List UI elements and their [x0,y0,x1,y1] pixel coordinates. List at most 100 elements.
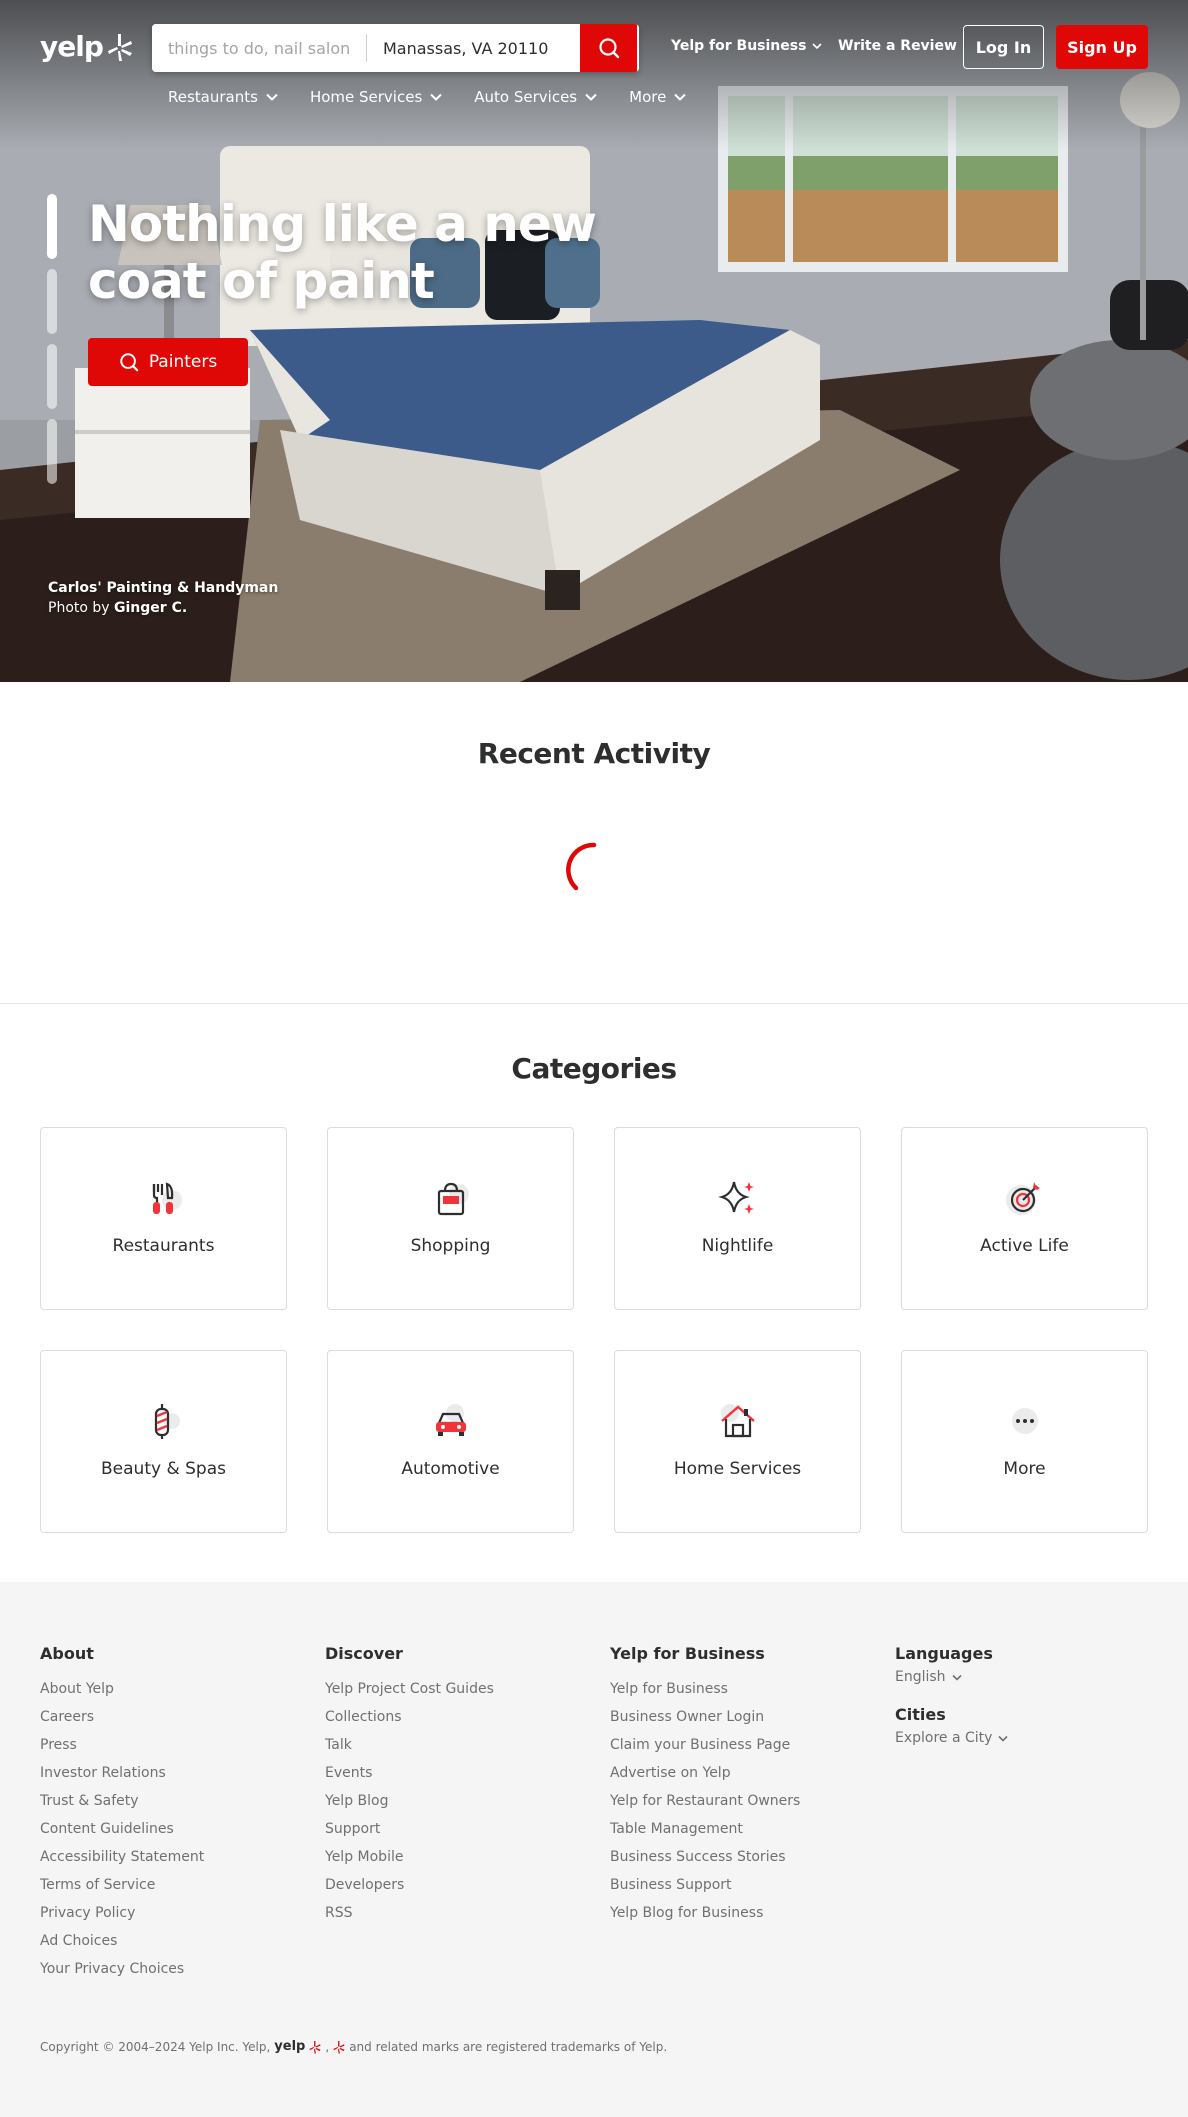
category-card-shopping[interactable]: Shopping [327,1127,574,1310]
login-button[interactable]: Log In [963,25,1044,69]
category-nav-auto-services[interactable]: Auto Services [474,88,597,106]
footer: About About Yelp Careers Press Investor … [0,1582,1188,2117]
footer-link[interactable]: Yelp for Business [610,1675,800,1703]
category-nav-label: Home Services [309,88,423,106]
city-select[interactable]: Explore a City [895,1730,1009,1746]
footer-link[interactable]: Yelp Mobile [325,1843,494,1871]
language-value: English [895,1669,946,1685]
footer-link[interactable]: Yelp for Restaurant Owners [610,1787,800,1815]
footer-link[interactable]: Trust & Safety [40,1787,204,1815]
copyright-prefix: Copyright © 2004–2024 Yelp Inc. Yelp, [40,2039,271,2054]
yelp-logo[interactable]: yelp [40,30,133,63]
write-review-label: Write a Review [838,38,957,54]
footer-link[interactable]: Terms of Service [40,1871,204,1899]
footer-link[interactable]: Business Success Stories [610,1843,800,1871]
login-label: Log In [975,37,1032,57]
category-nav-label: More [629,88,667,106]
language-select[interactable]: English [895,1669,1008,1685]
category-card-active-life[interactable]: Active Life [901,1127,1148,1310]
footer-link[interactable]: Yelp Project Cost Guides [325,1675,494,1703]
category-nav-home-services[interactable]: Home Services [310,88,442,106]
category-nav-label: Restaurants [168,88,258,106]
barber-pole-icon [142,1399,186,1443]
yelp-for-business-menu[interactable]: Yelp for Business [671,38,823,54]
footer-business-column: Yelp for Business Yelp for Business Busi… [610,1644,800,1927]
footer-link[interactable]: Investor Relations [40,1759,204,1787]
footer-link[interactable]: Business Owner Login [610,1703,800,1731]
footer-link[interactable]: About Yelp [40,1675,204,1703]
carousel-indicator[interactable] [47,194,57,259]
footer-link[interactable]: Support [325,1815,494,1843]
recent-activity-title: Recent Activity [477,737,711,770]
footer-heading: About [40,1644,94,1663]
carousel-indicator[interactable] [47,269,57,334]
sparkle-icon [716,1176,760,1220]
category-label: Beauty & Spas [101,1459,226,1479]
footer-link[interactable]: Accessibility Statement [40,1843,204,1871]
footer-link[interactable]: Claim your Business Page [610,1731,800,1759]
chevron-down-icon [585,93,597,101]
signup-label: Sign Up [1067,37,1137,57]
footer-heading: Languages [895,1644,993,1663]
hero-cta-label: Painters [148,352,218,372]
footer-link[interactable]: Privacy Policy [40,1899,204,1927]
footer-link[interactable]: Developers [325,1871,494,1899]
photo-credit-photographer[interactable]: Ginger C. [114,600,187,616]
carousel-indicators [47,194,57,484]
category-card-more[interactable]: More [901,1350,1148,1533]
search-button[interactable] [580,24,637,72]
category-card-nightlife[interactable]: Nightlife [614,1127,861,1310]
category-card-automotive[interactable]: Automotive [327,1350,574,1533]
chevron-down-icon [266,93,278,101]
footer-link[interactable]: Ad Choices [40,1927,204,1955]
shopping-bag-icon [429,1176,473,1220]
chevron-down-icon [951,1674,962,1681]
category-card-restaurants[interactable]: Restaurants [40,1127,287,1310]
house-icon [716,1399,760,1443]
chevron-down-icon [998,1735,1009,1742]
chevron-down-icon [430,93,442,101]
categories-title: Categories [511,1052,677,1085]
category-label: Shopping [410,1236,491,1256]
car-icon [429,1399,473,1443]
carousel-indicator[interactable] [47,344,57,409]
footer-link[interactable]: Careers [40,1703,204,1731]
search-find-input[interactable] [152,24,366,72]
category-nav-restaurants[interactable]: Restaurants [168,88,278,106]
hero-headline: Nothing like a new coat of paint [88,196,608,310]
photo-credit-prefix: Photo by [48,600,110,616]
category-card-home-services[interactable]: Home Services [614,1350,861,1533]
category-label: More [1003,1459,1046,1479]
hero-section: yelp Yelp for Business Write a Review Lo… [0,0,1188,682]
footer-link[interactable]: Collections [325,1703,494,1731]
footer-heading: Yelp for Business [610,1644,765,1663]
copyright-separator: , [325,2039,330,2054]
hero-cta-button[interactable]: Painters [88,338,248,386]
footer-link[interactable]: Press [40,1731,204,1759]
category-nav-more[interactable]: More [629,88,687,106]
footer-link[interactable]: Business Support [610,1871,800,1899]
footer-link[interactable]: Your Privacy Choices [40,1955,204,1983]
category-card-beauty-spas[interactable]: Beauty & Spas [40,1350,287,1533]
search-bar [152,24,639,72]
search-near-input[interactable] [367,24,580,72]
target-icon [1003,1176,1047,1220]
carousel-indicator[interactable] [47,419,57,484]
footer-link[interactable]: Content Guidelines [40,1815,204,1843]
signup-button[interactable]: Sign Up [1056,25,1148,69]
footer-link[interactable]: Yelp Blog for Business [610,1899,800,1927]
photo-credit-business[interactable]: Carlos' Painting & Handyman [48,578,278,598]
categories-grid: Restaurants Shopping Nightlife Active Li… [40,1127,1148,1533]
footer-link[interactable]: Events [325,1759,494,1787]
category-nav: Restaurants Home Services Auto Services … [168,88,687,106]
footer-link[interactable]: Talk [325,1731,494,1759]
yelp-burst-icon [309,2040,321,2053]
copyright: Copyright © 2004–2024 Yelp Inc. Yelp, ye… [40,2039,667,2054]
footer-link[interactable]: RSS [325,1899,494,1927]
yelp-burst-icon [333,2040,345,2053]
footer-link[interactable]: Table Management [610,1815,800,1843]
hero-headline-line: coat of paint [88,252,435,310]
write-review-link[interactable]: Write a Review [838,38,957,54]
footer-link[interactable]: Advertise on Yelp [610,1759,800,1787]
footer-link[interactable]: Yelp Blog [325,1787,494,1815]
